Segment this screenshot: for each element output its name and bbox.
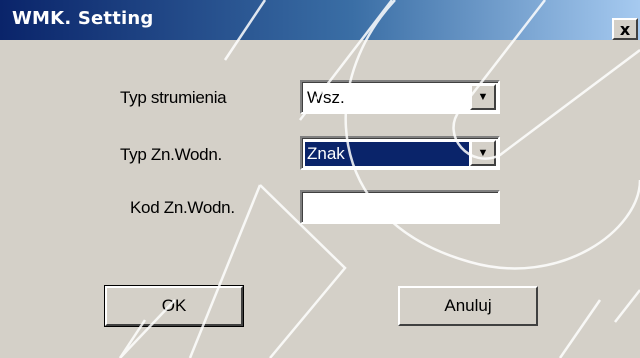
stream-type-label: Typ strumienia bbox=[120, 88, 227, 107]
ok-button-label: OK bbox=[161, 296, 187, 315]
cancel-button-label: Anuluj bbox=[444, 296, 492, 315]
chevron-down-icon: ▼ bbox=[477, 91, 489, 103]
wmk-setting-dialog: WMK. Setting x Typ strumienia Wsz. ▼ Typ… bbox=[0, 0, 640, 358]
chevron-down-icon: ▼ bbox=[477, 147, 489, 159]
cancel-button[interactable]: Anuluj bbox=[398, 286, 538, 326]
watermark-overlay bbox=[118, 0, 640, 358]
watermark-code-label: Kod Zn.Wodn. bbox=[130, 198, 235, 217]
watermark-type-dropdown[interactable]: Znak ▼ bbox=[300, 136, 500, 170]
stream-type-value: Wsz. bbox=[307, 88, 345, 107]
watermark-type-dropdown-button[interactable]: ▼ bbox=[470, 140, 496, 166]
title-bar[interactable]: WMK. Setting x bbox=[0, 0, 640, 40]
stream-type-dropdown-button[interactable]: ▼ bbox=[470, 84, 496, 110]
close-icon: x bbox=[619, 19, 631, 39]
watermark-type-value: Znak bbox=[305, 142, 469, 166]
close-button[interactable]: x bbox=[612, 18, 638, 40]
ok-button[interactable]: OK bbox=[104, 285, 244, 327]
watermark-code-input[interactable] bbox=[300, 190, 500, 224]
stream-type-dropdown[interactable]: Wsz. ▼ bbox=[300, 80, 500, 114]
watermark-type-label: Typ Zn.Wodn. bbox=[120, 145, 222, 164]
window-title: WMK. Setting bbox=[12, 8, 154, 29]
